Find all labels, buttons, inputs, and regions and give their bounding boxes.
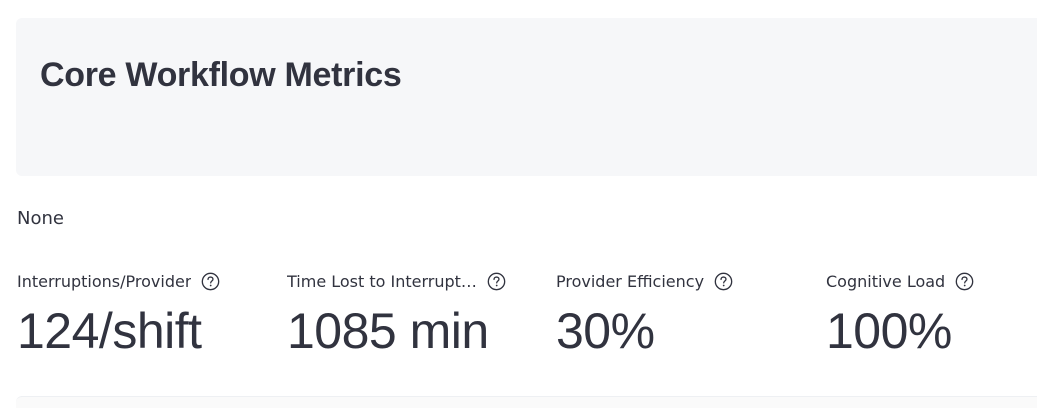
metric-cognitive-load: Cognitive Load 100% <box>826 268 1026 356</box>
status-text: None <box>17 208 64 229</box>
metric-value: 100% <box>826 303 952 359</box>
metric-provider-efficiency: Provider Efficiency 30% <box>556 268 806 356</box>
metric-label-row: Time Lost to Interrupt… <box>287 268 537 294</box>
section-header-container: Core Workflow Metrics <box>16 18 1037 176</box>
metric-interruptions-per-provider: Interruptions/Provider 124/shift <box>17 268 267 356</box>
section-title: Core Workflow Metrics <box>40 56 402 94</box>
metric-label-row: Interruptions/Provider <box>17 268 267 294</box>
metric-label-row: Cognitive Load <box>826 268 1026 294</box>
metrics-row: Interruptions/Provider 124/shift Time Lo… <box>17 268 1037 368</box>
metric-label: Time Lost to Interrupt… <box>287 271 477 291</box>
help-circle-icon[interactable] <box>487 272 506 291</box>
help-circle-icon[interactable] <box>714 272 733 291</box>
metric-label: Interruptions/Provider <box>17 271 192 291</box>
metric-value: 30% <box>556 303 655 359</box>
metric-label: Cognitive Load <box>826 271 946 291</box>
help-circle-icon[interactable] <box>201 272 220 291</box>
metric-value: 124/shift <box>17 303 202 359</box>
metric-label-row: Provider Efficiency <box>556 268 806 294</box>
help-circle-icon[interactable] <box>955 272 974 291</box>
next-section-container <box>16 396 1037 408</box>
dashboard-page: Core Workflow Metrics None Interruptions… <box>0 0 1037 408</box>
metric-time-lost-to-interruptions: Time Lost to Interrupt… 1085 min <box>287 268 537 356</box>
metric-label: Provider Efficiency <box>556 271 705 291</box>
metric-value: 1085 min <box>287 303 489 359</box>
